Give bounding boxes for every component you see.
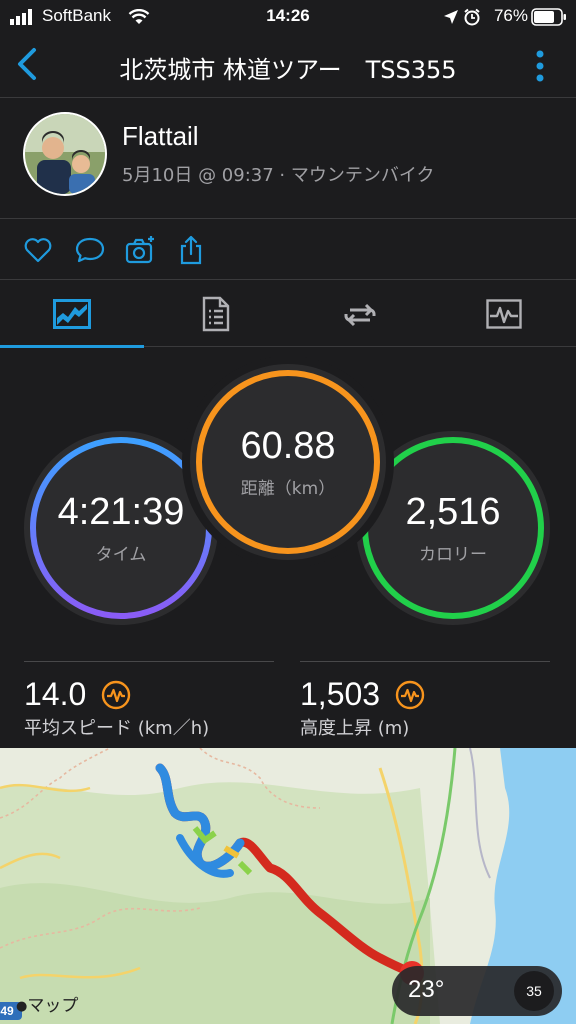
carrier-label: SoftBank [42, 6, 111, 25]
avg-speed-value: 14.0 [24, 676, 87, 712]
distance-ring[interactable]: 60.88 距離（km） [190, 364, 386, 560]
apple-logo-icon: ● [16, 999, 28, 1014]
weather-temperature: 23° [408, 976, 445, 1003]
tab-overview[interactable] [0, 281, 144, 348]
activity-date-type: 5月10日 @ 09:37 · マウンテンバイク [122, 165, 435, 186]
tab-stats[interactable] [432, 281, 576, 347]
calories-label: カロリー [419, 545, 487, 565]
time-ring[interactable]: 4:21:39 タイム [24, 431, 218, 625]
heart-icon[interactable] [22, 234, 54, 266]
distance-label: 距離（km） [240, 479, 336, 499]
calories-value: 2,516 [405, 491, 501, 533]
avg-speed-metric: 14.0 平均スピード (km／h) [24, 661, 274, 741]
status-bar: SoftBank 14:26 76% [0, 0, 576, 34]
social-actions [0, 220, 576, 280]
avatar-photo [25, 114, 105, 194]
activity-title: 北茨城市 林道ツアー TSS355 [119, 56, 457, 84]
repeat-icon [344, 303, 376, 327]
tab-details[interactable] [144, 281, 288, 347]
nav-bar: 北茨城市 林道ツアー TSS355 [0, 34, 576, 98]
share-icon[interactable] [175, 234, 207, 266]
elevation-label: 高度上昇 (m) [300, 718, 410, 739]
more-options-icon[interactable] [534, 46, 546, 86]
time-value: 4:21:39 [57, 491, 185, 533]
back-chevron-icon[interactable] [8, 44, 44, 84]
pulse-badge-icon[interactable] [394, 679, 426, 711]
location-arrow-icon [444, 10, 458, 24]
map-attribution-label: マップ [27, 996, 79, 1016]
elevation-value: 1,503 [300, 676, 381, 712]
route-map[interactable]: 49 ●マップ 23° 35 [0, 748, 576, 1024]
avatar[interactable] [23, 112, 107, 196]
battery-percent: 76% [493, 6, 528, 25]
map-attribution: ●マップ [16, 991, 78, 1016]
avg-speed-label: 平均スピード (km／h) [24, 718, 210, 739]
time-label: タイム [95, 545, 147, 565]
weather-index: 35 [514, 971, 554, 1011]
summary-stats: 4:21:39 タイム 2,516 カロリー 60.88 距離（km） 14.0… [0, 348, 576, 748]
chart-icon [53, 299, 91, 329]
tab-laps[interactable] [288, 281, 432, 347]
battery-icon [531, 8, 566, 26]
signal-icon [10, 9, 32, 25]
alarm-icon [464, 8, 480, 26]
document-icon [202, 296, 230, 332]
comment-icon[interactable] [74, 234, 106, 266]
activity-icon [486, 299, 522, 329]
activity-header: Flattail 5月10日 @ 09:37 · マウンテンバイク [0, 99, 576, 219]
add-photo-icon[interactable] [124, 234, 156, 266]
pulse-badge-icon[interactable] [100, 679, 132, 711]
weather-widget[interactable]: 23° 35 [392, 966, 562, 1016]
distance-value: 60.88 [240, 425, 336, 467]
tab-bar [0, 281, 576, 348]
user-name[interactable]: Flattail [122, 121, 199, 152]
elevation-metric: 1,503 高度上昇 (m) [300, 661, 550, 741]
wifi-icon [128, 9, 150, 24]
